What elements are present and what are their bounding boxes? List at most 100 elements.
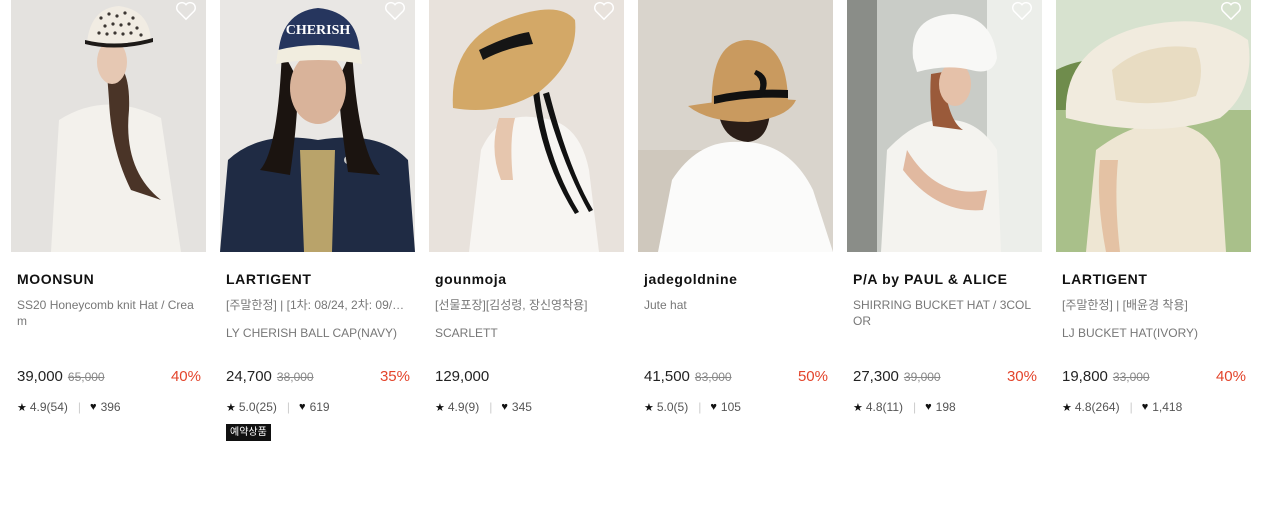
discount-rate: 50% xyxy=(797,368,828,385)
brand-name[interactable]: P/A by PAUL & ALICE xyxy=(853,271,1037,289)
product-title: SS20 Honeycomb knit Hat / Cream xyxy=(17,298,194,328)
product-photo-gounmoja xyxy=(429,0,624,252)
product-card[interactable]: LARTIGENT [주말한정] | [배윤경 착용] LJ BUCKET HA… xyxy=(1056,0,1251,441)
preorder-badge: 예약상품 xyxy=(226,424,271,441)
svg-text:CHERISH: CHERISH xyxy=(286,23,351,38)
product-description[interactable]: Jute hat xyxy=(644,297,828,353)
product-image[interactable] xyxy=(638,0,833,252)
like-count: 198 xyxy=(935,400,956,414)
star-icon: ★ xyxy=(644,401,654,414)
rating-text: 4.8(264) xyxy=(1074,400,1120,414)
product-description[interactable]: [주말한정] | [1차: 08/24, 2차: 09/… LY CHERISH… xyxy=(226,297,410,353)
product-image[interactable] xyxy=(847,0,1042,252)
sale-price: 41,500 xyxy=(644,368,690,385)
discount-rate: 40% xyxy=(1215,368,1246,385)
product-card[interactable]: P/A by PAUL & ALICE SHIRRING BUCKET HAT … xyxy=(847,0,1042,441)
brand-name[interactable]: LARTIGENT xyxy=(1062,271,1246,289)
review-meta: ★ 5.0(25) | ♥ 619 xyxy=(226,400,410,414)
original-price: 83,000 xyxy=(694,370,732,384)
product-card[interactable]: CHERISH LARTIGENT [주말한정] | [1차: 08/24, 2… xyxy=(220,0,415,441)
rating-text: 4.9(9) xyxy=(447,400,480,414)
price-row: 129,000 xyxy=(435,368,619,388)
discount-rate: 40% xyxy=(170,368,201,385)
like-count: 105 xyxy=(720,400,741,414)
like-count: 345 xyxy=(511,400,532,414)
heart-filled-icon: ♥ xyxy=(501,401,508,413)
product-title: Jute hat xyxy=(644,298,687,312)
rating-text: 4.8(11) xyxy=(865,400,904,414)
sale-price: 24,700 xyxy=(226,368,272,385)
product-card[interactable]: jadegoldnine Jute hat 41,500 83,000 50% … xyxy=(638,0,833,441)
rating-text: 5.0(25) xyxy=(238,400,277,414)
star-icon: ★ xyxy=(853,401,863,414)
brand-name[interactable]: jadegoldnine xyxy=(644,271,828,289)
heart-filled-icon: ♥ xyxy=(925,401,932,413)
rating-text: 4.9(54) xyxy=(29,400,68,414)
rating-text: 5.0(5) xyxy=(656,400,689,414)
wishlist-heart-icon[interactable] xyxy=(384,1,406,21)
review-meta: ★ 4.8(11) | ♥ 198 xyxy=(853,400,1037,414)
wishlist-heart-icon[interactable] xyxy=(1011,1,1033,21)
star-icon: ★ xyxy=(435,401,445,414)
discount-rate: 35% xyxy=(379,368,410,385)
sale-price: 39,000 xyxy=(17,368,63,385)
wishlist-heart-icon[interactable] xyxy=(1220,1,1242,21)
product-photo-paul-alice xyxy=(847,0,1042,252)
product-title: SCARLETT xyxy=(435,326,498,340)
product-photo-jadegoldnine xyxy=(638,0,833,252)
star-icon: ★ xyxy=(1062,401,1072,414)
product-image[interactable] xyxy=(429,0,624,252)
product-description[interactable]: SHIRRING BUCKET HAT / 3COLOR xyxy=(853,297,1037,353)
product-photo-lartigent-cap: CHERISH xyxy=(220,0,415,252)
review-meta: ★ 5.0(5) | ♥ 105 xyxy=(644,400,828,414)
sale-price: 27,300 xyxy=(853,368,899,385)
product-tag-line: [주말한정] | [1차: 08/24, 2차: 09/… xyxy=(226,298,405,312)
product-title: LJ BUCKET HAT(IVORY) xyxy=(1062,326,1199,340)
brand-name[interactable]: gounmoja xyxy=(435,271,619,289)
star-icon: ★ xyxy=(17,401,27,414)
heart-filled-icon: ♥ xyxy=(90,401,97,413)
wishlist-heart-icon[interactable] xyxy=(175,1,197,21)
product-photo-lartigent-bucket xyxy=(1056,0,1251,252)
product-tag-line: [선물포장][김성령, 장신영착용] xyxy=(435,298,588,312)
review-meta: ★ 4.9(54) | ♥ 396 xyxy=(17,400,201,414)
product-card[interactable]: gounmoja [선물포장][김성령, 장신영착용] SCARLETT 129… xyxy=(429,0,624,441)
sale-price: 19,800 xyxy=(1062,368,1108,385)
heart-filled-icon: ♥ xyxy=(710,401,717,413)
like-count: 396 xyxy=(100,400,121,414)
price-row: 24,700 38,000 35% xyxy=(226,368,410,388)
product-title: SHIRRING BUCKET HAT / 3COLOR xyxy=(853,298,1032,328)
price-row: 27,300 39,000 30% xyxy=(853,368,1037,388)
divider: | xyxy=(1129,400,1133,414)
product-description[interactable]: [주말한정] | [배윤경 착용] LJ BUCKET HAT(IVORY) xyxy=(1062,297,1246,353)
product-description[interactable]: SS20 Honeycomb knit Hat / Cream xyxy=(17,297,201,353)
brand-name[interactable]: MOONSUN xyxy=(17,271,201,289)
product-tag-line: [주말한정] | [배윤경 착용] xyxy=(1062,298,1188,312)
review-meta: ★ 4.8(264) | ♥ 1,418 xyxy=(1062,400,1246,414)
original-price: 39,000 xyxy=(903,370,941,384)
original-price: 65,000 xyxy=(67,370,105,384)
product-image[interactable] xyxy=(1056,0,1251,252)
sale-price: 129,000 xyxy=(435,368,490,385)
product-image[interactable]: CHERISH xyxy=(220,0,415,252)
brand-name[interactable]: LARTIGENT xyxy=(226,271,410,289)
divider: | xyxy=(286,400,291,414)
product-title: LY CHERISH BALL CAP(NAVY) xyxy=(226,326,397,340)
divider: | xyxy=(698,400,702,414)
product-description[interactable]: [선물포장][김성령, 장신영착용] SCARLETT xyxy=(435,297,619,353)
original-price: 38,000 xyxy=(276,370,314,384)
review-meta: ★ 4.9(9) | ♥ 345 xyxy=(435,400,619,414)
product-image[interactable] xyxy=(11,0,206,252)
wishlist-heart-icon[interactable] xyxy=(593,1,615,21)
product-grid: MOONSUN SS20 Honeycomb knit Hat / Cream … xyxy=(11,0,1265,441)
discount-rate: 30% xyxy=(1006,368,1037,385)
product-card[interactable]: MOONSUN SS20 Honeycomb knit Hat / Cream … xyxy=(11,0,206,441)
price-row: 19,800 33,000 40% xyxy=(1062,368,1246,388)
price-row: 39,000 65,000 40% xyxy=(17,368,201,388)
star-icon: ★ xyxy=(226,401,236,414)
product-photo-moonsun xyxy=(11,0,206,252)
like-count: 619 xyxy=(309,400,330,414)
like-count: 1,418 xyxy=(1152,400,1183,414)
divider: | xyxy=(489,400,493,414)
price-row: 41,500 83,000 50% xyxy=(644,368,828,388)
